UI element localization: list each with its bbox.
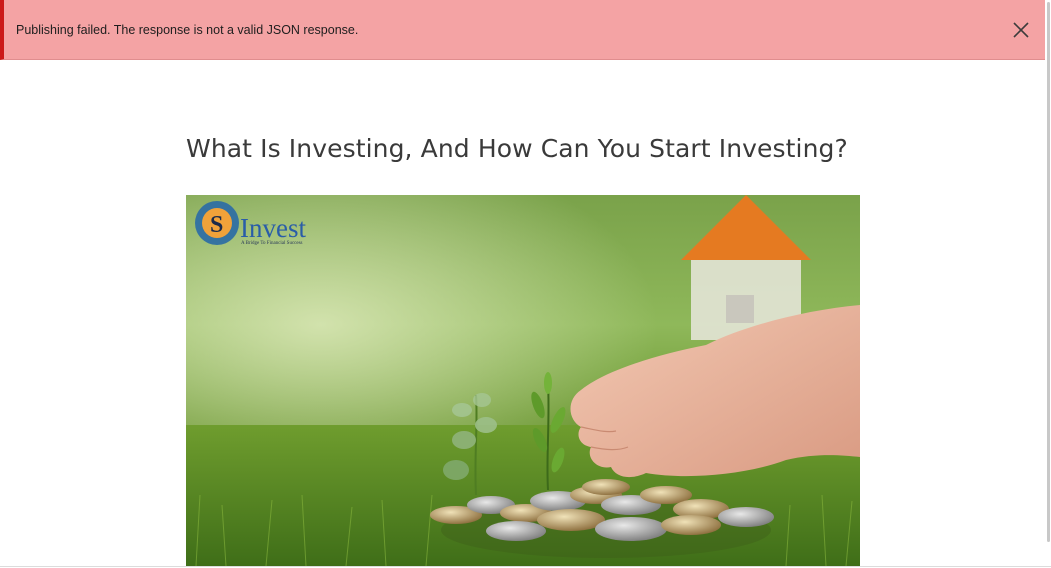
divider [0, 566, 1051, 567]
logo-tagline: A Bridge To Financial Success [241, 241, 303, 246]
error-notice: Publishing failed. The response is not a… [0, 0, 1045, 60]
close-icon[interactable] [1011, 20, 1031, 40]
scrollbar[interactable] [1045, 0, 1051, 568]
featured-image[interactable]: S Invest A Bridge To Financial Success [186, 195, 860, 566]
notice-message: Publishing failed. The response is not a… [16, 23, 359, 37]
post-title[interactable]: What Is Investing, And How Can You Start… [186, 134, 848, 163]
logo-text: Invest [240, 213, 306, 243]
scrollbar-thumb[interactable] [1047, 2, 1050, 542]
logo-mark: S [210, 212, 223, 238]
